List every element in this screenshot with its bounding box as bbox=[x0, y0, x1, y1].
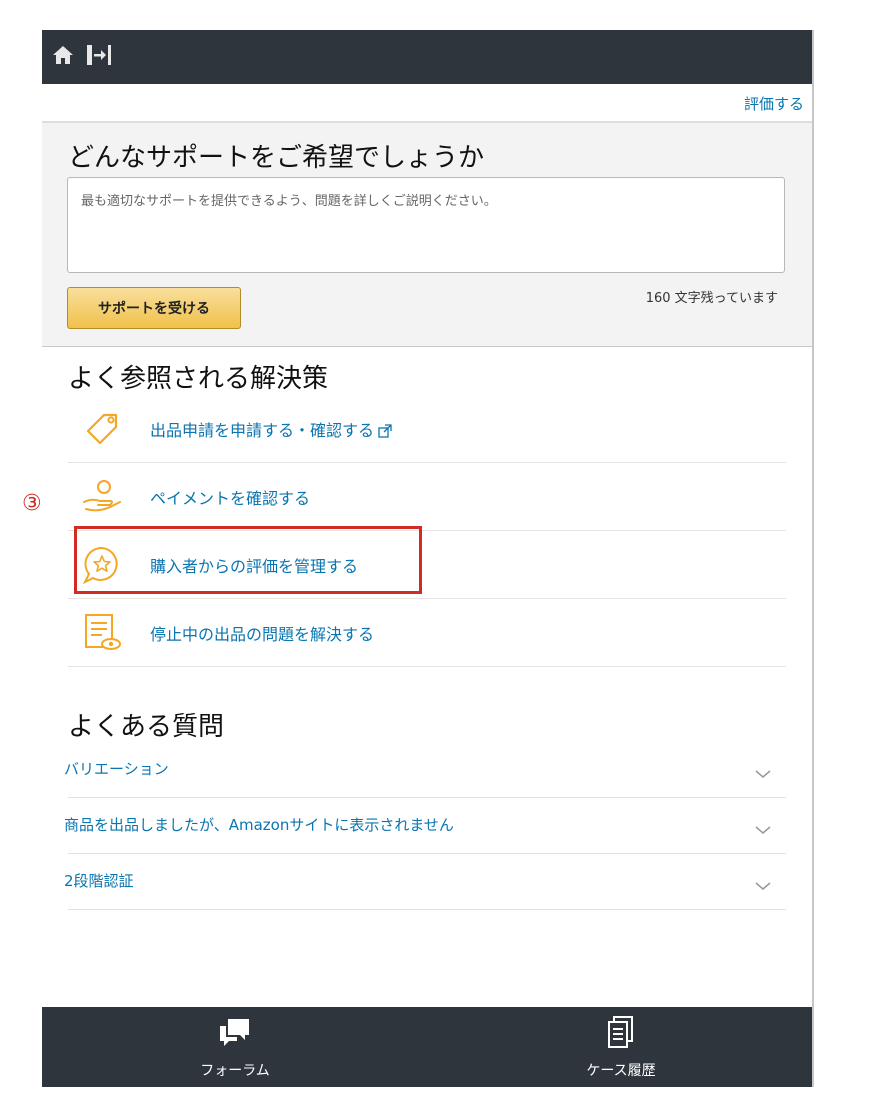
faq-item-variations[interactable]: バリエーション bbox=[64, 742, 786, 798]
app-frame: 評価する どんなサポートをご希望でしょうか 最も適切なサポートを提供できるよう、… bbox=[42, 30, 814, 1087]
exit-icon[interactable] bbox=[86, 43, 114, 71]
tab-case-history[interactable]: ケース履歴 bbox=[428, 1007, 812, 1087]
faq-title: よくある質問 bbox=[68, 712, 225, 742]
solution-label-suppressed-listings: 停止中の出品の問題を解決する bbox=[150, 625, 375, 644]
solution-item-listing-approval[interactable]: 出品申請を申請する・確認する bbox=[68, 395, 786, 463]
faq-label-listing-not-shown: 商品を出品しましたが、Amazonサイトに表示されません bbox=[64, 816, 454, 834]
home-icon[interactable] bbox=[52, 43, 74, 71]
support-title: どんなサポートをご希望でしょうか bbox=[68, 143, 485, 173]
solutions-title: よく参照される解決策 bbox=[68, 364, 329, 394]
tag-icon bbox=[80, 407, 124, 451]
faq-label-variations: バリエーション bbox=[64, 760, 169, 778]
support-description-input[interactable]: 最も適切なサポートを提供できるよう、問題を詳しくご説明ください。 bbox=[67, 177, 785, 273]
solution-item-suppressed-listings[interactable]: 停止中の出品の問題を解決する bbox=[68, 599, 786, 667]
solution-label-payments: ペイメントを確認する bbox=[150, 489, 311, 508]
chevron-down-icon[interactable] bbox=[754, 764, 772, 783]
tab-label-forum: フォーラム bbox=[200, 1063, 270, 1079]
step-marker: ③ bbox=[22, 491, 42, 516]
get-support-button[interactable]: サポートを受ける bbox=[67, 287, 241, 329]
solution-item-payments[interactable]: ペイメントを確認する bbox=[68, 463, 786, 531]
tab-forum[interactable]: フォーラム bbox=[42, 1007, 428, 1087]
rate-link[interactable]: 評価する bbox=[744, 93, 804, 114]
top-nav-bar bbox=[42, 30, 812, 84]
chevron-down-icon[interactable] bbox=[754, 820, 772, 839]
faq-label-two-step: 2段階認証 bbox=[64, 872, 134, 890]
faq-item-two-step[interactable]: 2段階認証 bbox=[64, 854, 786, 910]
tab-label-case-history: ケース履歴 bbox=[586, 1063, 656, 1079]
case-history-icon bbox=[604, 1015, 638, 1053]
solution-label-listing-approval: 出品申請を申請する・確認する bbox=[150, 421, 375, 440]
listing-view-icon bbox=[80, 611, 124, 655]
chevron-down-icon[interactable] bbox=[754, 876, 772, 895]
external-link-icon bbox=[378, 423, 392, 442]
support-request-panel: どんなサポートをご希望でしょうか 最も適切なサポートを提供できるよう、問題を詳し… bbox=[42, 121, 812, 347]
highlight-box bbox=[74, 526, 422, 594]
chars-left-counter: 160 文字残っています bbox=[645, 291, 778, 306]
payment-hand-icon bbox=[80, 475, 124, 519]
bottom-tab-bar: フォーラム ケース履歴 bbox=[42, 1007, 812, 1087]
faq-item-listing-not-shown[interactable]: 商品を出品しましたが、Amazonサイトに表示されません bbox=[64, 798, 786, 854]
forum-icon bbox=[218, 1015, 252, 1053]
